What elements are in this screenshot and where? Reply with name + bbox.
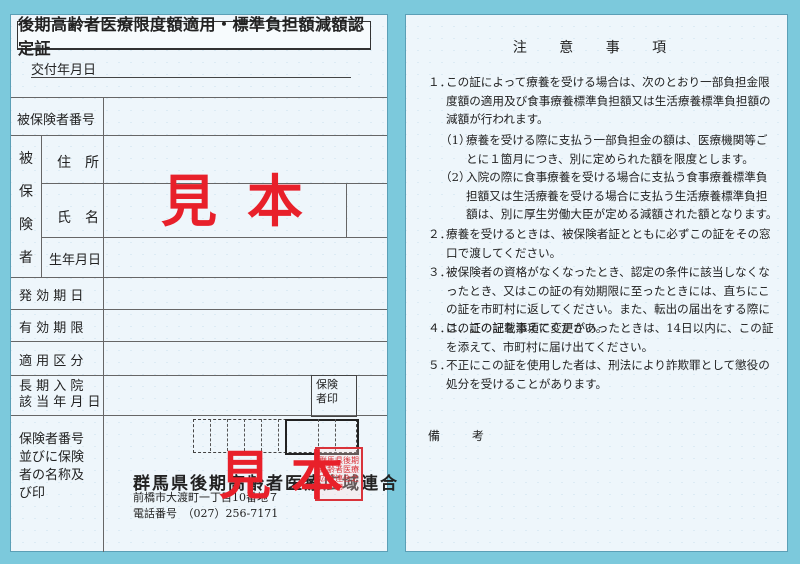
issue-date-label: 交付年月日 [31, 63, 97, 78]
note-2: ２． 療養を受けるときは、被保険者証とともに必ずこの証をその窓口で渡してください… [428, 227, 771, 260]
issue-date-field: 交付年月日 [31, 59, 351, 78]
expiry-date-label: 有 効 期 限 [19, 321, 84, 336]
note-4: ４． この証の記載事項に変更があったときは、14日以内に、この証を添えて、市町村… [428, 321, 774, 354]
note-5: ５． 不正にこの証を使用した者は、刑法により詐欺罪として懲役の処分を受けることが… [428, 358, 770, 391]
birthdate-label: 生年月日 [49, 253, 102, 268]
long-term-label: 長 期 入 院 該 当 年 月 日 [19, 379, 101, 410]
certificate-back: 注 意 事 項 １． この証によって療養を受ける場合は、次のとおり一部負担金限度… [405, 14, 788, 552]
category-label: 適 用 区 分 [19, 354, 84, 369]
insured-number-label: 被保険者番号 [17, 113, 96, 128]
sample-watermark-bottom: 見本 [219, 447, 364, 507]
certificate-front: 後期高齢者医療限度額適用・標準負担額減額認定証 交付年月日 被保険者番号 被 保… [10, 14, 397, 552]
remarks-label: 備 考 [428, 429, 498, 443]
sample-watermark: 見本 [161, 170, 333, 235]
address-label: 住 所 [57, 155, 99, 171]
note-1: １． この証によって療養を受ける場合は、次のとおり一部負担金限度額の適用及び食事… [428, 75, 771, 127]
certificate-title: 後期高齢者医療限度額適用・標準負担額減額認定証 [17, 15, 371, 58]
insurer-seal-label: 保険 者印 [316, 378, 338, 405]
insurer-info-label: 保険者番号 並びに保険 者の名称及 び印 [19, 432, 85, 501]
notes-title: 注 意 事 項 [512, 40, 681, 56]
effective-date-label: 発 効 期 日 [19, 289, 84, 304]
insurer-seal-box: 保険 者印 [311, 375, 357, 417]
name-label: 氏 名 [57, 210, 99, 226]
note-1-sub-1: （1） 療養を受ける際に支払う一部負担金の額は、医療機関等ごとに１箇月につき、別… [440, 133, 768, 166]
insured-person-label: 被 保 険 者 [19, 150, 33, 266]
insurer-phone: 電話番号 （027）256-7171 [133, 507, 279, 520]
note-1-sub-2: （2） 入院の際に食事療養を受ける場合に支払う食事療養標準負担額又は生活療養を受… [440, 170, 778, 222]
